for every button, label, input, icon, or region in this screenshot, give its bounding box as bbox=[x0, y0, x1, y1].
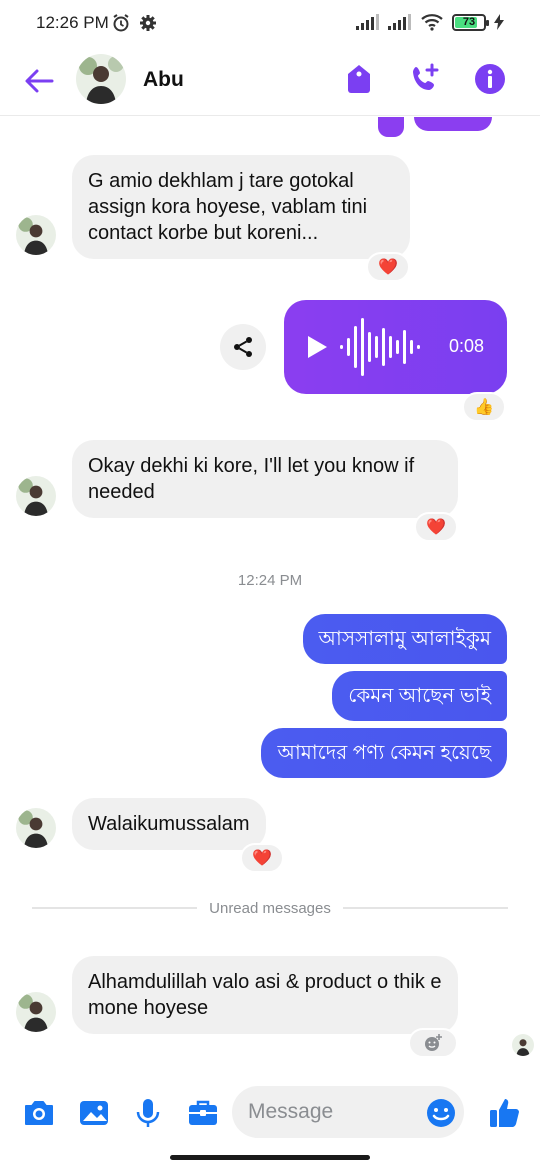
signal-icon bbox=[356, 14, 379, 30]
add-reaction-button[interactable] bbox=[408, 1028, 458, 1058]
divider-line bbox=[342, 907, 509, 909]
timestamp: 12:24 PM bbox=[237, 572, 303, 589]
sender-avatar[interactable] bbox=[16, 215, 56, 255]
gallery-icon[interactable] bbox=[77, 1096, 111, 1130]
seen-avatar bbox=[512, 1034, 534, 1056]
unread-divider: Unread messages bbox=[32, 898, 509, 918]
share-icon bbox=[234, 337, 252, 357]
thumbs-up-reaction-icon: 👍 bbox=[474, 399, 494, 416]
chat-header: Abu bbox=[0, 46, 540, 116]
settings-gear-icon bbox=[140, 15, 156, 31]
message-text: G amio dekhlam j tare gotokal assign kor… bbox=[88, 170, 368, 244]
message-text: কেমন আছেন ভাই bbox=[348, 685, 491, 707]
briefcase-icon[interactable] bbox=[186, 1096, 220, 1130]
unread-label: Unread messages bbox=[209, 899, 331, 917]
heart-reaction-icon: ❤️ bbox=[426, 519, 446, 536]
message-text: Okay dekhi ki kore, I'll let you know if… bbox=[88, 455, 415, 503]
emoji-icon[interactable] bbox=[424, 1096, 458, 1130]
message-text: আমাদের পণ্য কেমন হয়েছে bbox=[277, 742, 491, 764]
signal-icon-2 bbox=[388, 14, 411, 30]
heart-reaction-icon: ❤️ bbox=[252, 850, 272, 867]
battery-level: 73 bbox=[462, 16, 476, 28]
contact-avatar[interactable] bbox=[76, 54, 126, 104]
status-bar: 12:26 PM 73 bbox=[0, 0, 540, 46]
back-arrow-icon[interactable] bbox=[22, 64, 56, 98]
play-icon[interactable] bbox=[306, 335, 328, 359]
previous-message-partial-2 bbox=[414, 117, 492, 131]
status-left-icons bbox=[111, 13, 157, 33]
incoming-message[interactable]: Alhamdulillah valo asi & product o thik … bbox=[72, 956, 458, 1034]
share-button[interactable] bbox=[220, 324, 266, 370]
thumbs-up-icon[interactable] bbox=[487, 1096, 521, 1130]
home-indicator bbox=[170, 1155, 370, 1160]
wifi-icon bbox=[421, 14, 443, 31]
heart-reaction-icon: ❤️ bbox=[378, 259, 398, 276]
reaction-badge[interactable]: 👍 bbox=[462, 392, 506, 422]
charging-icon bbox=[494, 14, 504, 30]
add-reaction-icon bbox=[425, 1034, 442, 1051]
incoming-message[interactable]: G amio dekhlam j tare gotokal assign kor… bbox=[72, 155, 410, 259]
status-time: 12:26 PM bbox=[36, 13, 109, 32]
battery-indicator: 73 bbox=[452, 13, 489, 31]
outgoing-message[interactable]: কেমন আছেন ভাই bbox=[332, 671, 507, 721]
info-icon[interactable] bbox=[473, 62, 507, 96]
message-composer bbox=[0, 1082, 540, 1142]
sender-avatar[interactable] bbox=[16, 992, 56, 1032]
reaction-badge[interactable]: ❤️ bbox=[414, 512, 458, 542]
message-text: আসসালামু আলাইকুম bbox=[318, 628, 491, 650]
microphone-icon[interactable] bbox=[131, 1096, 165, 1130]
voice-duration: 0:08 bbox=[448, 336, 484, 356]
waveform-icon bbox=[340, 318, 420, 376]
alarm-icon bbox=[113, 14, 129, 32]
previous-message-partial bbox=[378, 117, 404, 137]
status-right-icons: 73 bbox=[356, 13, 504, 31]
message-text: Walaikumussalam bbox=[88, 813, 250, 835]
divider-line bbox=[32, 907, 198, 909]
outgoing-message[interactable]: আসসালামু আলাইকুম bbox=[302, 614, 507, 664]
reaction-badge[interactable]: ❤️ bbox=[240, 843, 284, 873]
incoming-message[interactable]: Okay dekhi ki kore, I'll let you know if… bbox=[72, 440, 458, 518]
reaction-badge[interactable]: ❤️ bbox=[366, 252, 410, 282]
camera-icon[interactable] bbox=[22, 1096, 56, 1130]
sender-avatar[interactable] bbox=[16, 476, 56, 516]
sender-avatar[interactable] bbox=[16, 808, 56, 848]
tag-icon[interactable] bbox=[342, 62, 376, 96]
video-call-icon[interactable] bbox=[408, 62, 442, 96]
voice-message[interactable]: 0:08 bbox=[284, 300, 507, 394]
contact-name[interactable]: Abu bbox=[143, 68, 184, 92]
message-text: Alhamdulillah valo asi & product o thik … bbox=[88, 971, 442, 1019]
incoming-message[interactable]: Walaikumussalam bbox=[72, 798, 266, 850]
outgoing-message[interactable]: আমাদের পণ্য কেমন হয়েছে bbox=[261, 728, 507, 778]
